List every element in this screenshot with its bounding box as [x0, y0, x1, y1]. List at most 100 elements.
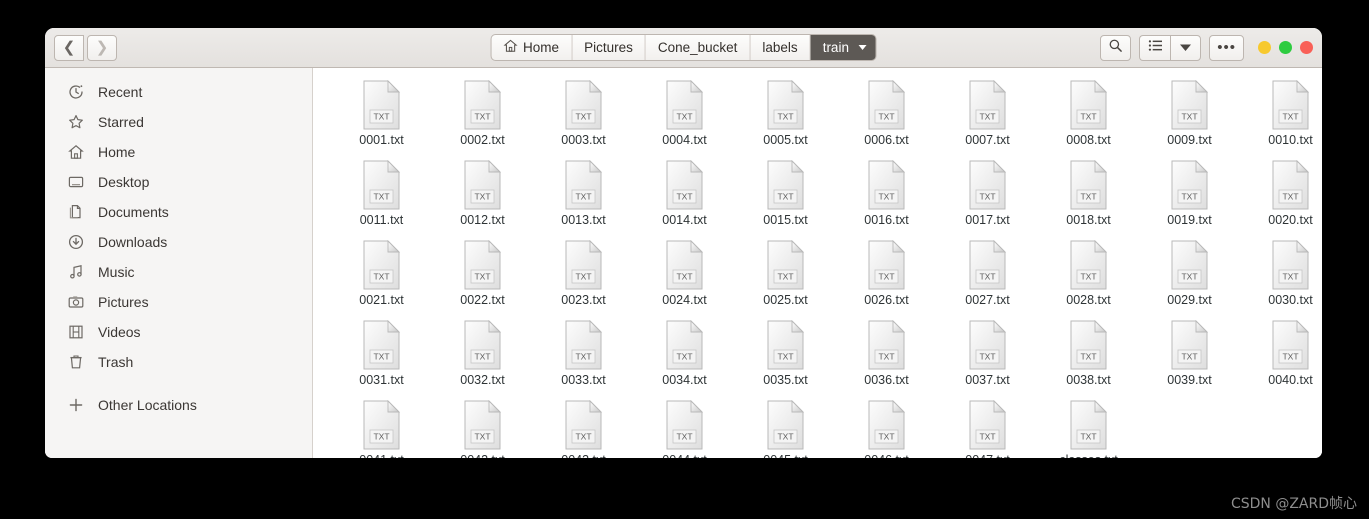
file-item[interactable]: TXT 0029.txt — [1139, 239, 1240, 307]
text-file-icon: TXT — [1271, 319, 1311, 370]
file-name-label: 0003.txt — [561, 133, 606, 147]
view-options-dropdown[interactable] — [1170, 34, 1202, 61]
breadcrumb-item-cone-bucket[interactable]: Cone_bucket — [646, 35, 751, 60]
file-name-label: classes.txt — [1059, 453, 1117, 458]
more-options-button[interactable]: ••• — [1209, 34, 1244, 61]
sidebar-item-label: Starred — [98, 114, 144, 130]
close-button[interactable] — [1300, 41, 1313, 54]
file-item[interactable]: TXT 0025.txt — [735, 239, 836, 307]
breadcrumb-item-labels[interactable]: labels — [750, 35, 811, 60]
file-name-label: 0010.txt — [1268, 133, 1313, 147]
sidebar-item-starred[interactable]: Starred — [45, 107, 312, 137]
file-item[interactable]: TXT 0015.txt — [735, 159, 836, 227]
window-controls — [1258, 41, 1313, 54]
file-item[interactable]: TXT 0005.txt — [735, 79, 836, 147]
maximize-button[interactable] — [1279, 41, 1292, 54]
file-item[interactable]: TXT 0009.txt — [1139, 79, 1240, 147]
file-item[interactable]: TXT 0045.txt — [735, 399, 836, 458]
forward-button[interactable]: ❯ — [87, 34, 117, 61]
file-item[interactable]: TXT 0019.txt — [1139, 159, 1240, 227]
text-file-icon: TXT — [463, 159, 503, 210]
file-item[interactable]: TXT 0033.txt — [533, 319, 634, 387]
file-item[interactable]: TXT 0046.txt — [836, 399, 937, 458]
file-item[interactable]: TXT 0018.txt — [1038, 159, 1139, 227]
film-icon — [67, 323, 85, 341]
file-item[interactable]: TXT 0037.txt — [937, 319, 1038, 387]
file-item[interactable]: TXT 0012.txt — [432, 159, 533, 227]
file-item[interactable]: TXT 0035.txt — [735, 319, 836, 387]
file-item[interactable]: TXT 0010.txt — [1240, 79, 1322, 147]
file-item[interactable]: TXT 0028.txt — [1038, 239, 1139, 307]
sidebar-item-documents[interactable]: Documents — [45, 197, 312, 227]
svg-text:TXT: TXT — [676, 352, 692, 362]
file-item[interactable]: TXT 0011.txt — [331, 159, 432, 227]
back-button[interactable]: ❮ — [54, 34, 84, 61]
file-item[interactable]: TXT 0043.txt — [533, 399, 634, 458]
breadcrumb-item-pictures[interactable]: Pictures — [572, 35, 646, 60]
svg-text:TXT: TXT — [1181, 192, 1197, 202]
sidebar-item-other-locations[interactable]: Other Locations — [45, 390, 312, 420]
file-name-label: 0001.txt — [359, 133, 404, 147]
file-item[interactable]: TXT 0006.txt — [836, 79, 937, 147]
sidebar-item-downloads[interactable]: Downloads — [45, 227, 312, 257]
search-button[interactable] — [1100, 34, 1132, 61]
file-name-label: 0006.txt — [864, 133, 909, 147]
file-item[interactable]: TXT 0007.txt — [937, 79, 1038, 147]
file-item[interactable]: TXT 0036.txt — [836, 319, 937, 387]
file-item[interactable]: TXT 0013.txt — [533, 159, 634, 227]
file-item[interactable]: TXT 0026.txt — [836, 239, 937, 307]
svg-text:TXT: TXT — [676, 112, 692, 122]
file-item[interactable]: TXT 0038.txt — [1038, 319, 1139, 387]
file-item[interactable]: TXT 0001.txt — [331, 79, 432, 147]
breadcrumb-item-home[interactable]: Home — [491, 35, 573, 60]
file-item[interactable]: TXT 0003.txt — [533, 79, 634, 147]
file-item[interactable]: TXT 0022.txt — [432, 239, 533, 307]
sidebar-item-videos[interactable]: Videos — [45, 317, 312, 347]
sidebar-item-label: Desktop — [98, 174, 150, 190]
file-name-label: 0030.txt — [1268, 293, 1313, 307]
file-name-label: 0015.txt — [763, 213, 808, 227]
breadcrumb-label: Cone_bucket — [657, 40, 738, 55]
file-item[interactable]: TXT 0014.txt — [634, 159, 735, 227]
trash-icon — [67, 353, 85, 371]
file-item[interactable]: TXT 0032.txt — [432, 319, 533, 387]
file-item[interactable]: TXT 0034.txt — [634, 319, 735, 387]
file-item[interactable]: TXT 0016.txt — [836, 159, 937, 227]
list-view-button[interactable] — [1139, 34, 1171, 61]
file-item[interactable]: TXT 0023.txt — [533, 239, 634, 307]
file-item[interactable]: TXT 0039.txt — [1139, 319, 1240, 387]
sidebar-item-pictures[interactable]: Pictures — [45, 287, 312, 317]
file-item[interactable]: TXT 0002.txt — [432, 79, 533, 147]
file-item[interactable]: TXT 0042.txt — [432, 399, 533, 458]
file-item[interactable]: TXT 0017.txt — [937, 159, 1038, 227]
file-item[interactable]: TXT 0047.txt — [937, 399, 1038, 458]
sidebar-item-desktop[interactable]: Desktop — [45, 167, 312, 197]
file-grid-container[interactable]: TXT 0001.txt TXT 0002.txt TXT 0003.txt TXT 0004… — [313, 68, 1322, 458]
file-item[interactable]: TXT classes.txt — [1038, 399, 1139, 458]
sidebar-item-trash[interactable]: Trash — [45, 347, 312, 377]
file-item[interactable]: TXT 0020.txt — [1240, 159, 1322, 227]
minimize-button[interactable] — [1258, 41, 1271, 54]
svg-text:TXT: TXT — [979, 112, 995, 122]
file-item[interactable]: TXT 0024.txt — [634, 239, 735, 307]
file-item[interactable]: TXT 0044.txt — [634, 399, 735, 458]
file-item[interactable]: TXT 0041.txt — [331, 399, 432, 458]
file-name-label: 0024.txt — [662, 293, 707, 307]
sidebar-item-label: Home — [98, 144, 136, 160]
sidebar-item-home[interactable]: Home — [45, 137, 312, 167]
file-item[interactable]: TXT 0040.txt — [1240, 319, 1322, 387]
file-item[interactable]: TXT 0004.txt — [634, 79, 735, 147]
file-item[interactable]: TXT 0008.txt — [1038, 79, 1139, 147]
sidebar-item-recent[interactable]: Recent — [45, 77, 312, 107]
breadcrumb-item-train[interactable]: train — [810, 35, 876, 60]
home-icon — [503, 39, 518, 56]
sidebar-item-music[interactable]: Music — [45, 257, 312, 287]
text-file-icon: TXT — [766, 239, 806, 290]
file-item[interactable]: TXT 0021.txt — [331, 239, 432, 307]
svg-text:TXT: TXT — [1080, 352, 1096, 362]
file-item[interactable]: TXT 0030.txt — [1240, 239, 1322, 307]
text-file-icon: TXT — [1069, 79, 1109, 130]
file-item[interactable]: TXT 0031.txt — [331, 319, 432, 387]
file-item[interactable]: TXT 0027.txt — [937, 239, 1038, 307]
text-file-icon: TXT — [564, 319, 604, 370]
